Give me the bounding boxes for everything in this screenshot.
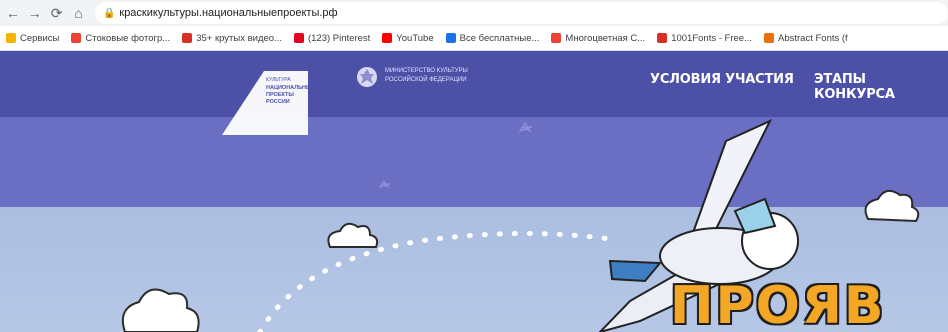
bookmark-label: Стоковые фотогр... — [85, 32, 171, 44]
url-text: краскикультуры.национальныепроекты.рф — [119, 7, 338, 19]
forward-icon[interactable]: → — [26, 4, 44, 22]
bookmark-item[interactable]: Сервисы — [6, 33, 59, 44]
bookmark-favicon-icon — [657, 33, 668, 43]
website-viewport: КУЛЬТУРА НАЦИОНАЛЬНЫЕ ПРОЕКТЫ РОССИИ МИН… — [0, 51, 948, 332]
bookmark-favicon-icon — [551, 33, 562, 43]
bookmark-label: 1001Fonts - Free... — [671, 32, 752, 44]
bookmark-favicon-icon — [445, 33, 456, 43]
bookmark-item[interactable]: 1001Fonts - Free... — [657, 33, 752, 44]
bookmark-label: 35+ крутых видео... — [196, 32, 282, 44]
bookmark-favicon-icon — [764, 33, 774, 43]
bookmark-label: Многоцветная С... — [565, 32, 646, 44]
hero-title: ПРОЯВ — [670, 276, 886, 332]
bookmark-label: (123) Pinterest — [307, 32, 371, 44]
bookmark-item[interactable]: Многоцветная С... — [551, 33, 645, 44]
bookmark-favicon-icon — [71, 33, 82, 43]
bookmark-item[interactable]: YouTube — [382, 32, 434, 44]
bookmark-favicon-icon — [293, 33, 304, 43]
bookmark-label: Сервисы — [20, 32, 60, 44]
address-bar[interactable]: 🔒 краскикультуры.национальныепроекты.рф — [95, 2, 948, 24]
bookmark-label: Abstract Fonts (f — [778, 32, 848, 44]
bookmark-item[interactable]: 35+ крутых видео... — [182, 33, 282, 44]
flight-path — [257, 230, 613, 332]
reload-icon[interactable]: ⟳ — [48, 4, 66, 22]
bookmark-favicon-icon — [6, 33, 16, 43]
back-icon[interactable]: ← — [4, 4, 22, 22]
home-icon[interactable]: ⌂ — [70, 4, 88, 22]
star-icon — [378, 121, 533, 189]
bookmark-item[interactable]: Все бесплатные... — [445, 32, 540, 44]
bookmark-favicon-icon — [182, 33, 193, 43]
bookmark-label: Все бесплатные... — [459, 32, 540, 44]
bookmark-item[interactable]: Abstract Fonts (f — [764, 33, 848, 44]
bookmarks-bar: Сервисы Стоковые фотогр... 35+ крутых виде… — [0, 26, 948, 51]
bookmark-label: YouTube — [396, 32, 434, 44]
bookmark-item[interactable]: (123) Pinterest — [293, 32, 371, 44]
bookmark-item[interactable]: Стоковые фотогр... — [71, 33, 170, 44]
lock-icon: 🔒 — [103, 7, 116, 19]
browser-toolbar: ← → ⟳ ⌂ 🔒 краскикультуры.национальныепро… — [0, 0, 948, 26]
bookmark-favicon-icon — [382, 33, 393, 43]
